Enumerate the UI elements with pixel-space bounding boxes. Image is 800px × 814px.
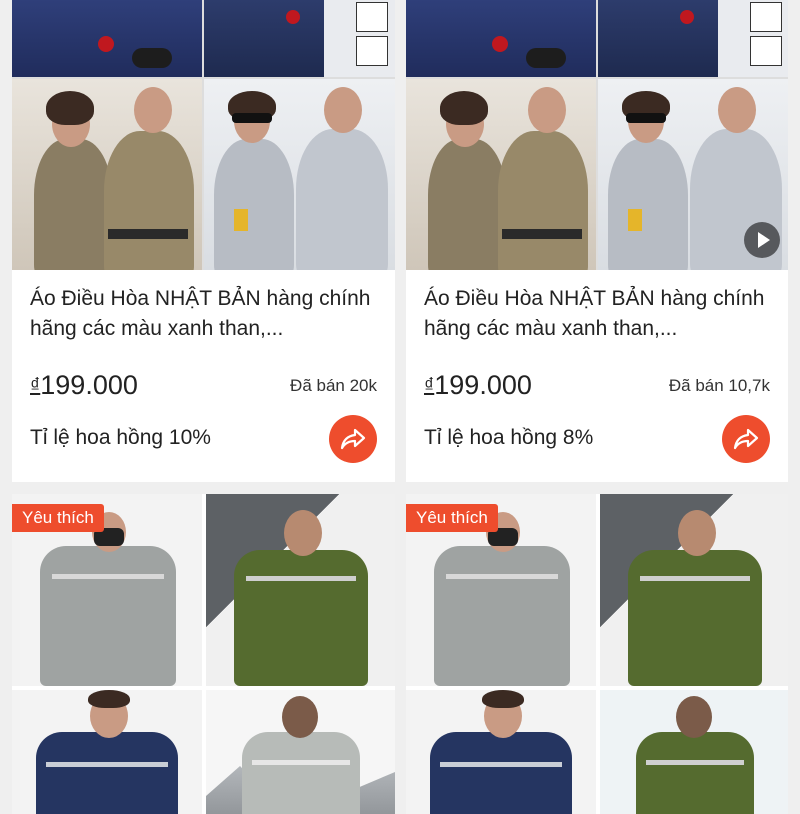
product-card[interactable]: Yêu thích <box>406 494 788 814</box>
share-button[interactable] <box>722 415 770 463</box>
product-image[interactable] <box>406 0 788 270</box>
product-photo <box>406 690 596 814</box>
share-arrow-icon <box>340 428 366 450</box>
currency-symbol: ₫ <box>424 375 435 397</box>
product-title[interactable]: Áo Điều Hòa NHẬT BẢN hàng chính hãng các… <box>424 284 770 344</box>
product-photo <box>600 690 788 814</box>
product-card[interactable]: Áo Điều Hòa NHẬT BẢN hàng chính hãng các… <box>12 0 395 482</box>
currency-symbol: ₫ <box>30 375 41 397</box>
product-image[interactable] <box>12 494 395 814</box>
product-card[interactable]: Yêu thích <box>12 494 395 814</box>
product-photo <box>406 79 596 270</box>
product-image[interactable] <box>12 0 395 270</box>
product-photo <box>12 0 202 77</box>
product-photo <box>406 0 596 77</box>
product-photo <box>204 0 395 77</box>
commission-rate: Tỉ lệ hoa hồng 10% <box>30 426 211 449</box>
product-grid: Áo Điều Hòa NHẬT BẢN hàng chính hãng các… <box>0 0 800 814</box>
product-photo <box>12 79 202 270</box>
product-image[interactable] <box>406 494 788 814</box>
product-price: ₫199.000 <box>424 370 532 401</box>
product-photo <box>600 494 788 686</box>
share-button[interactable] <box>329 415 377 463</box>
sold-count: Đã bán 10,7k <box>668 376 770 395</box>
sold-count: Đã bán 20k <box>290 376 377 395</box>
product-price: ₫199.000 <box>30 370 138 401</box>
favorite-badge: Yêu thích <box>12 504 104 532</box>
favorite-badge: Yêu thích <box>406 504 498 532</box>
product-photo <box>204 79 395 270</box>
product-photo <box>12 690 202 814</box>
product-card[interactable]: Áo Điều Hòa NHẬT BẢN hàng chính hãng các… <box>406 0 788 482</box>
play-icon[interactable] <box>744 222 780 258</box>
product-photo <box>206 690 395 814</box>
share-arrow-icon <box>733 428 759 450</box>
product-title[interactable]: Áo Điều Hòa NHẬT BẢN hàng chính hãng các… <box>30 284 377 344</box>
commission-rate: Tỉ lệ hoa hồng 8% <box>424 426 594 449</box>
price-value: 199.000 <box>40 370 138 400</box>
product-photo <box>598 0 788 77</box>
product-photo <box>206 494 395 686</box>
price-value: 199.000 <box>434 370 532 400</box>
